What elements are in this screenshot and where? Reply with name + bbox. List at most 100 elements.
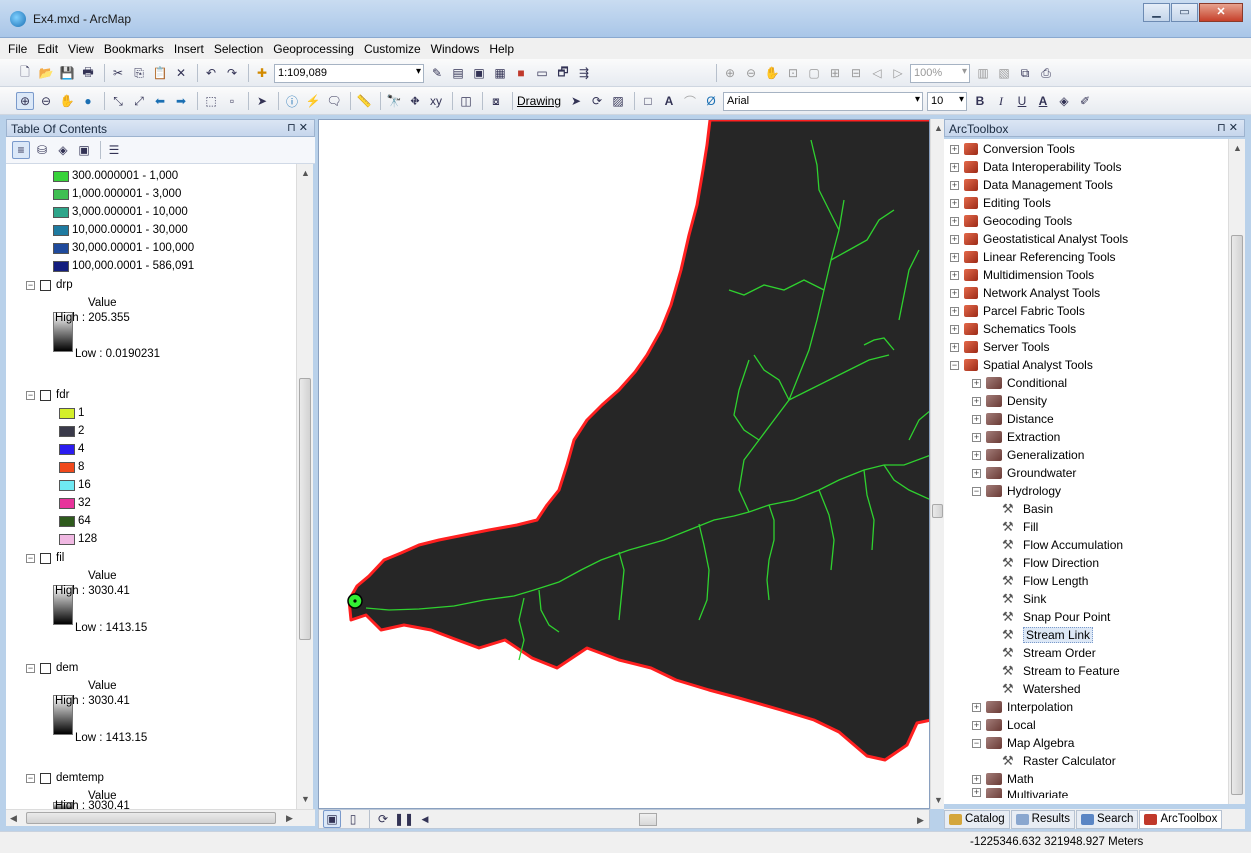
tab-results[interactable]: Results [1010, 809, 1075, 829]
zoom-in-icon[interactable]: ⊕ [16, 92, 34, 110]
toc-vertical-scrollbar[interactable]: ▲ ▼ [296, 164, 313, 809]
toolbox-geostatistical-analyst-tools[interactable]: + Geostatistical Analyst Tools [950, 230, 1128, 248]
toolbox-spatial-analyst-tools[interactable]: − Spatial Analyst Tools [950, 356, 1093, 374]
rectangle-icon[interactable]: □ [639, 92, 657, 110]
toolset-generalization[interactable]: + Generalization [972, 446, 1084, 464]
table-of-contents-icon[interactable]: ▤ [449, 64, 467, 82]
cut-icon[interactable]: ✂ [109, 64, 127, 82]
redo-icon[interactable]: ↷ [223, 64, 241, 82]
layer-visibility-checkbox[interactable] [40, 552, 51, 564]
menu-help[interactable]: Help [489, 42, 514, 56]
tool-basin[interactable]: ⚒ Basin [1002, 500, 1053, 518]
underline-icon[interactable]: U [1013, 92, 1031, 110]
layer-fil[interactable]: − fil [26, 549, 64, 567]
editor-toolbar-icon[interactable]: ✎ [428, 64, 446, 82]
drawing-menu[interactable]: Drawing [517, 94, 561, 108]
scroll-up-icon[interactable]: ▲ [934, 123, 943, 133]
close-button[interactable]: ✕ [1199, 3, 1243, 22]
fixed-zoom-in-icon[interactable]: ⤡ [109, 92, 127, 110]
scroll-right-icon[interactable]: ▶ [286, 813, 293, 824]
layer-dem[interactable]: − dem [26, 659, 78, 677]
time-slider-icon[interactable]: ◫ [457, 92, 475, 110]
clear-selection-icon[interactable]: ▫ [223, 92, 241, 110]
toolbox-network-analyst-tools[interactable]: + Network Analyst Tools [950, 284, 1100, 302]
tool-flow-accumulation[interactable]: ⚒ Flow Accumulation [1002, 536, 1123, 554]
layer-visibility-checkbox[interactable] [40, 772, 51, 784]
menu-selection[interactable]: Selection [214, 42, 263, 56]
full-extent-icon[interactable]: ● [79, 92, 97, 110]
map-scroll-thumb[interactable] [932, 504, 943, 518]
toolset-groundwater[interactable]: + Groundwater [972, 464, 1076, 482]
go-to-xy-icon[interactable]: xy [427, 92, 445, 110]
scroll-right-icon[interactable]: ▶ [917, 815, 924, 826]
find-icon[interactable]: 🔭 [385, 92, 403, 110]
fixed-zoom-out-icon[interactable]: ⤢ [130, 92, 148, 110]
menu-customize[interactable]: Customize [364, 42, 421, 56]
toolset-extraction[interactable]: + Extraction [972, 428, 1060, 446]
zoom-to-selected-elements-icon[interactable]: ▨ [609, 92, 627, 110]
change-layout-icon[interactable]: ⧉ [1016, 64, 1034, 82]
collapse-icon[interactable]: − [26, 553, 35, 563]
toolset-math[interactable]: + Math [972, 770, 1034, 788]
new-document-icon[interactable]: 🗋 [16, 64, 34, 82]
tool-stream-link[interactable]: ⚒ Stream Link [1002, 626, 1094, 644]
layer-visibility-checkbox[interactable] [40, 279, 51, 291]
layer-visibility-checkbox[interactable] [40, 389, 51, 401]
text-icon[interactable]: A [660, 92, 678, 110]
toolbox-geocoding-tools[interactable]: + Geocoding Tools [950, 212, 1072, 230]
tool-flow-direction[interactable]: ⚒ Flow Direction [1002, 554, 1099, 572]
scroll-down-icon[interactable]: ▼ [301, 794, 310, 804]
tab-search[interactable]: Search [1076, 809, 1139, 829]
list-by-drawing-order-icon[interactable]: ≡ [12, 141, 30, 159]
toolbox-data-management-tools[interactable]: + Data Management Tools [950, 176, 1113, 194]
bold-icon[interactable]: B [971, 92, 989, 110]
delete-icon[interactable]: ✕ [172, 64, 190, 82]
find-route-icon[interactable]: ⛖ [406, 92, 424, 110]
toolbox-data-interoperability-tools[interactable]: + Data Interoperability Tools [950, 158, 1122, 176]
map-vertical-scrollbar[interactable]: ▲ ▼ [930, 119, 944, 809]
create-viewer-icon[interactable]: ⧇ [487, 92, 505, 110]
font-family-combo[interactable]: Arial [723, 91, 924, 111]
italic-icon[interactable]: I [992, 92, 1010, 110]
scroll-left-icon[interactable]: ◀ [416, 810, 434, 828]
map-data-view[interactable] [318, 119, 930, 809]
pan-icon[interactable]: ✋ [58, 92, 76, 110]
tool-stream-order[interactable]: ⚒ Stream Order [1002, 644, 1096, 662]
pause-drawing-icon[interactable]: ❚❚ [394, 810, 414, 828]
collapse-icon[interactable]: − [26, 280, 35, 290]
map-scale-combo[interactable]: 1:109,089 [274, 63, 424, 83]
toolset-interpolation[interactable]: + Interpolation [972, 698, 1073, 716]
menu-geoprocessing[interactable]: Geoprocessing [273, 42, 354, 56]
identify-icon[interactable]: ⓘ [283, 92, 301, 110]
toc-hscroll-thumb[interactable] [26, 812, 276, 824]
list-by-visibility-icon[interactable]: ◈ [54, 141, 72, 159]
arccatalog-icon[interactable]: 🗗 [554, 64, 572, 82]
menu-edit[interactable]: Edit [37, 42, 58, 56]
arctoolbox-icon[interactable]: ■ [512, 64, 530, 82]
toolbox-editing-tools[interactable]: + Editing Tools [950, 194, 1051, 212]
layer-visibility-checkbox[interactable] [40, 662, 51, 674]
model-builder-icon[interactable]: ⇶ [575, 64, 593, 82]
options-icon[interactable]: ☰ [105, 141, 123, 159]
toolbox-linear-referencing-tools[interactable]: + Linear Referencing Tools [950, 248, 1116, 266]
menu-insert[interactable]: Insert [174, 42, 204, 56]
layer-demtemp[interactable]: − demtemp [26, 769, 104, 787]
collapse-icon[interactable]: − [26, 663, 35, 673]
scroll-up-icon[interactable]: ▲ [1233, 143, 1242, 153]
tab-catalog[interactable]: Catalog [944, 809, 1010, 829]
arcmap-app-icon[interactable] [10, 11, 26, 27]
open-icon[interactable]: 📂 [37, 64, 55, 82]
collapse-icon[interactable]: − [26, 390, 35, 400]
toolbox-parcel-fabric-tools[interactable]: + Parcel Fabric Tools [950, 302, 1085, 320]
maximize-button[interactable]: ▭ [1171, 3, 1198, 22]
line-color-icon[interactable]: ✐ [1076, 92, 1094, 110]
scroll-up-icon[interactable]: ▲ [301, 168, 310, 178]
python-window-icon[interactable]: ▭ [533, 64, 551, 82]
catalog-icon[interactable]: ▣ [470, 64, 488, 82]
list-by-source-icon[interactable]: ⛁ [33, 141, 51, 159]
toolset-conditional[interactable]: + Conditional [972, 374, 1067, 392]
toolset-multivariate[interactable]: + Multivariate [972, 788, 1068, 798]
tab-arctoolbox[interactable]: ArcToolbox [1139, 809, 1223, 829]
toc-pin-close[interactable]: ⊓ ✕ [287, 121, 308, 134]
toolbox-conversion-tools[interactable]: + Conversion Tools [950, 140, 1075, 158]
